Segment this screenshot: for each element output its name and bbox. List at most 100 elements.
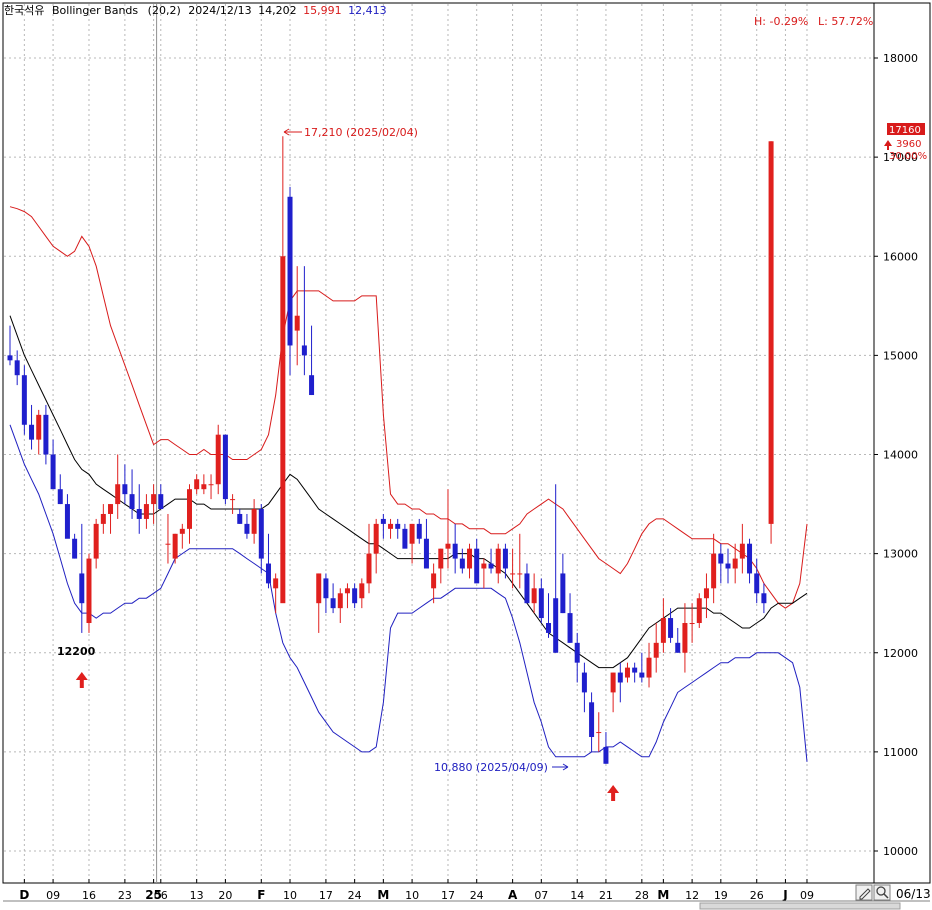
x-tick-label: 24 [348, 889, 362, 902]
candle-body [639, 672, 645, 678]
low-label: 10,880 (2025/04/09) [434, 761, 548, 774]
candle-body [208, 484, 214, 486]
chart-header: 한국석유 Bollinger Bands (20,2) 2024/12/13 1… [4, 4, 387, 17]
candle-body [546, 623, 551, 633]
candle-body [309, 375, 315, 396]
candle [696, 593, 702, 628]
zoom-button[interactable] [873, 884, 891, 901]
candle-body [301, 345, 307, 356]
x-tick-label: 14 [570, 889, 584, 902]
candle-body [316, 573, 322, 604]
candle-body [596, 732, 602, 734]
candle-body [560, 573, 566, 614]
candle-body [43, 414, 49, 455]
candle-body [409, 523, 415, 544]
candle-body [273, 578, 279, 589]
candle-body [718, 553, 724, 564]
candle-body [165, 543, 171, 545]
x-tick-label: 10 [405, 889, 419, 902]
candle-body [388, 523, 394, 529]
x-tick-label: 19 [714, 889, 728, 902]
candle-body [151, 494, 157, 505]
candle-body [416, 523, 422, 539]
candle-body [510, 573, 516, 575]
candle-body [474, 548, 480, 584]
candle-body [632, 667, 638, 673]
pencil-button[interactable] [855, 884, 873, 901]
candle-body [36, 414, 42, 440]
candle-body [553, 598, 559, 653]
y-tick-label: 15000 [883, 349, 918, 362]
x-tick-label: 20 [218, 889, 232, 902]
candle-body [380, 518, 386, 524]
candle-body [754, 573, 760, 594]
candle-body [344, 588, 350, 594]
candle-body [725, 563, 731, 569]
candle-body [258, 509, 264, 559]
bollinger-chart[interactable]: 1000011000120001300014000150001600017000… [0, 0, 932, 910]
x-tick-label: 07 [534, 889, 548, 902]
candle-body [423, 538, 429, 569]
candle-body [179, 528, 185, 534]
candle-body [143, 504, 149, 519]
candle-body [280, 256, 286, 604]
price-change-pct: 30.00% [889, 151, 927, 162]
candle-body [459, 558, 465, 569]
candle-body [129, 494, 135, 510]
candle-body [502, 548, 508, 569]
candle-body [567, 613, 573, 643]
candle-body [675, 642, 681, 653]
x-tick-label: 23 [118, 889, 132, 902]
x-tick-label: 28 [635, 889, 649, 902]
scrollbar-thumb[interactable] [699, 902, 901, 910]
candle-body [438, 548, 444, 569]
candle-body [115, 484, 121, 505]
candle-body [136, 509, 142, 519]
candle-body [323, 578, 329, 599]
candle-body [653, 642, 659, 658]
x-tick-label: 10 [283, 889, 297, 902]
candle-body [86, 558, 92, 624]
candle-body [29, 424, 35, 440]
high-annotation: 17,210 (2025/02/04) [283, 126, 418, 139]
candle-body [481, 563, 487, 569]
y-tick-label: 12000 [883, 647, 918, 660]
candle-body [445, 543, 451, 549]
candle-body [93, 523, 99, 559]
candle-body [187, 489, 192, 529]
candle-body [768, 141, 774, 524]
x-tick-label: 09 [46, 889, 60, 902]
candle [222, 434, 228, 505]
x-tick-label: 06 [154, 889, 168, 902]
candle-body [524, 573, 530, 604]
candle-body [711, 553, 717, 589]
x-tick-label: 24 [470, 889, 484, 902]
candle-body [194, 479, 200, 490]
candle-body [703, 588, 709, 599]
candle-body [122, 484, 128, 495]
y-tick-label: 14000 [883, 449, 918, 462]
candle-body [100, 513, 106, 524]
candle-body [431, 573, 437, 589]
candle [21, 365, 27, 435]
mid-value: 14,202 [258, 4, 297, 17]
candle-body [359, 583, 365, 599]
candle-body [495, 548, 501, 574]
current-price: 17160 [889, 125, 921, 136]
candle-body [21, 375, 27, 425]
candle-body [251, 509, 257, 534]
y-tick-label: 16000 [883, 250, 918, 263]
candle [215, 424, 221, 495]
x-tick-label: 16 [82, 889, 96, 902]
candle-body [14, 360, 20, 376]
candle-body [337, 593, 343, 609]
candle-body [287, 196, 293, 346]
candle-body [467, 548, 473, 569]
stock-name: 한국석유 [4, 4, 44, 17]
footer-date: 06/13 [896, 887, 931, 901]
candle-body [646, 657, 652, 678]
candle-body [237, 513, 243, 524]
candle-body [244, 523, 250, 534]
candle-body [617, 672, 623, 683]
plot-frame [2, 2, 931, 884]
